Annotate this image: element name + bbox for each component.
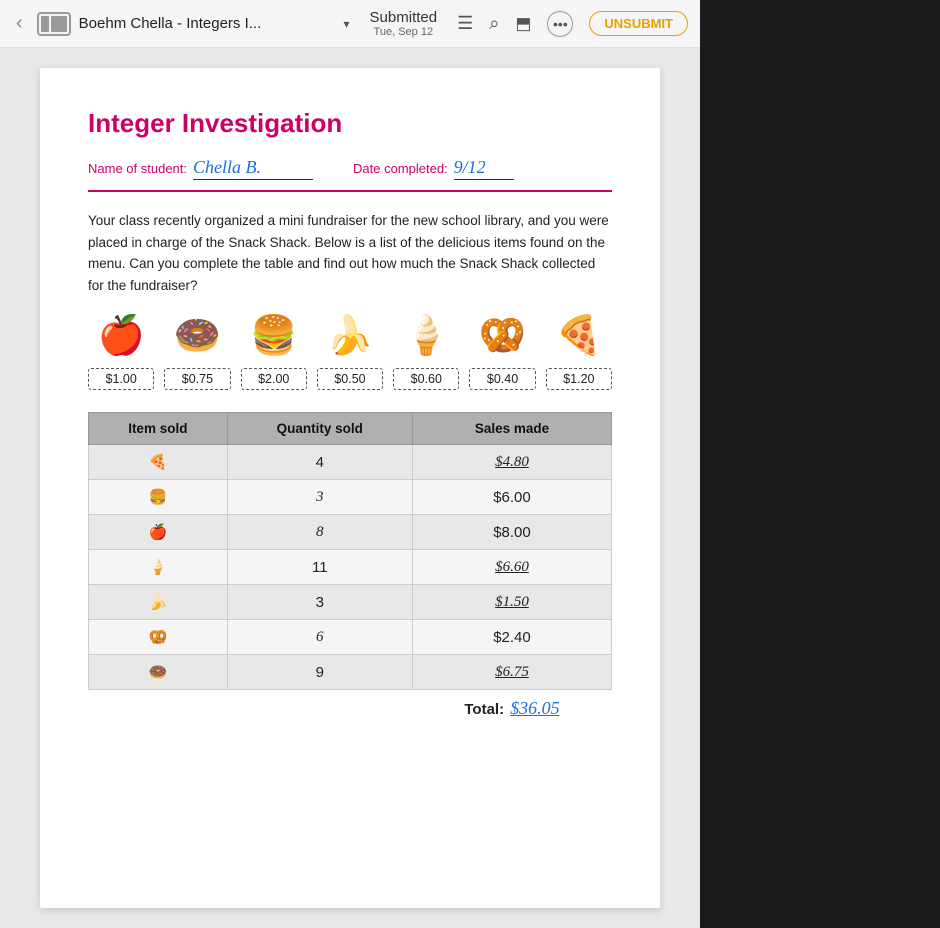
table-row: 🍩9$6.75 — [89, 655, 612, 690]
table-row: 🍔3$6.00 — [89, 480, 612, 515]
table-cell-qty: 11 — [227, 550, 412, 585]
document-heading: Integer Investigation — [88, 108, 612, 139]
food-icon: 🍎 — [88, 314, 154, 358]
date-label: Date completed: — [353, 161, 448, 176]
document-page: Integer Investigation Name of student: C… — [40, 68, 660, 908]
table-cell-icon: 🍔 — [89, 480, 228, 515]
table-cell-qty: 6 — [227, 620, 412, 655]
food-icons-row: 🍎🍩🍔🍌🍦🥨🍕 — [88, 314, 612, 358]
table-cell-qty: 9 — [227, 655, 412, 690]
name-label: Name of student: — [88, 161, 187, 176]
total-cell: Total: $36.05 — [412, 690, 611, 728]
document-area: Integer Investigation Name of student: C… — [0, 48, 700, 928]
food-icon: 🍔 — [241, 314, 307, 358]
price-box: $1.20 — [546, 368, 612, 390]
chevron-down-icon[interactable]: ▾ — [344, 17, 350, 31]
total-empty-2 — [227, 690, 412, 728]
search-icon[interactable]: ⌕ — [489, 13, 499, 34]
food-icon: 🍕 — [546, 314, 612, 358]
total-label: Total: — [464, 701, 504, 718]
table-cell-sales: $8.00 — [412, 515, 611, 550]
print-icon[interactable]: ⬒ — [515, 14, 531, 34]
price-box: $0.40 — [469, 368, 535, 390]
table-cell-qty: 8 — [227, 515, 412, 550]
table-cell-qty: 3 — [227, 480, 412, 515]
table-row: 🍎8$8.00 — [89, 515, 612, 550]
table-row: 🍦11$6.60 — [89, 550, 612, 585]
table-cell-sales: $2.40 — [412, 620, 611, 655]
toolbar-icons: ☰ ⌕ ⬒ ••• UNSUBMIT — [457, 11, 688, 37]
more-icon[interactable]: ••• — [547, 11, 573, 37]
table-cell-icon: 🍦 — [89, 550, 228, 585]
table-cell-icon: 🍎 — [89, 515, 228, 550]
date-field-group: Date completed: 9/12 — [353, 157, 514, 180]
price-box: $0.50 — [317, 368, 383, 390]
body-text: Your class recently organized a mini fun… — [88, 210, 612, 296]
submitted-label: Submitted — [370, 9, 438, 26]
price-box: $0.75 — [164, 368, 230, 390]
name-date-row: Name of student: Chella B. Date complete… — [88, 157, 612, 180]
date-value: 9/12 — [454, 157, 514, 180]
price-box: $1.00 — [88, 368, 154, 390]
table-cell-qty: 4 — [227, 445, 412, 480]
table-row: 🍌3$1.50 — [89, 585, 612, 620]
divider-line — [88, 190, 612, 192]
panels-toggle[interactable] — [37, 12, 71, 36]
col-header-qty: Quantity sold — [227, 413, 412, 445]
total-value: $36.05 — [510, 698, 560, 718]
document-title: Boehm Chella - Integers I... — [79, 15, 334, 32]
submitted-block: Submitted Tue, Sep 12 — [370, 9, 438, 38]
table-cell-sales: $1.50 — [412, 585, 611, 620]
table-cell-icon: 🥨 — [89, 620, 228, 655]
table-cell-sales: $4.80 — [412, 445, 611, 480]
table-cell-icon: 🍩 — [89, 655, 228, 690]
price-box: $2.00 — [241, 368, 307, 390]
food-icon: 🍌 — [317, 314, 383, 358]
total-empty-1 — [89, 690, 228, 728]
table-cell-sales: $6.75 — [412, 655, 611, 690]
price-boxes-row: $1.00 $0.75 $2.00 $0.50 $0.60 $0.40 $1.20 — [88, 368, 612, 390]
col-header-sales: Sales made — [412, 413, 611, 445]
table-cell-sales: $6.00 — [412, 480, 611, 515]
total-row: Total: $36.05 — [89, 690, 612, 728]
food-icon: 🍩 — [164, 314, 230, 358]
table-header-row: Item sold Quantity sold Sales made — [89, 413, 612, 445]
table-cell-sales: $6.60 — [412, 550, 611, 585]
food-icon: 🍦 — [393, 314, 459, 358]
top-bar: ‹ Boehm Chella - Integers I... ▾ Submitt… — [0, 0, 700, 48]
right-panel — [700, 48, 940, 928]
table-cell-icon: 🍕 — [89, 445, 228, 480]
student-name-value: Chella B. — [193, 157, 313, 180]
table-cell-icon: 🍌 — [89, 585, 228, 620]
table-row: 🥨6$2.40 — [89, 620, 612, 655]
col-header-item: Item sold — [89, 413, 228, 445]
submitted-date: Tue, Sep 12 — [374, 26, 434, 38]
unsubmit-button[interactable]: UNSUBMIT — [589, 11, 688, 36]
name-field-group: Name of student: Chella B. — [88, 157, 313, 180]
price-box: $0.60 — [393, 368, 459, 390]
data-table: Item sold Quantity sold Sales made 🍕4$4.… — [88, 412, 612, 727]
table-cell-qty: 3 — [227, 585, 412, 620]
back-button[interactable]: ‹ — [12, 8, 27, 39]
food-icon: 🥨 — [469, 314, 535, 358]
list-icon[interactable]: ☰ — [457, 13, 473, 34]
table-row: 🍕4$4.80 — [89, 445, 612, 480]
main-layout: Integer Investigation Name of student: C… — [0, 48, 940, 928]
